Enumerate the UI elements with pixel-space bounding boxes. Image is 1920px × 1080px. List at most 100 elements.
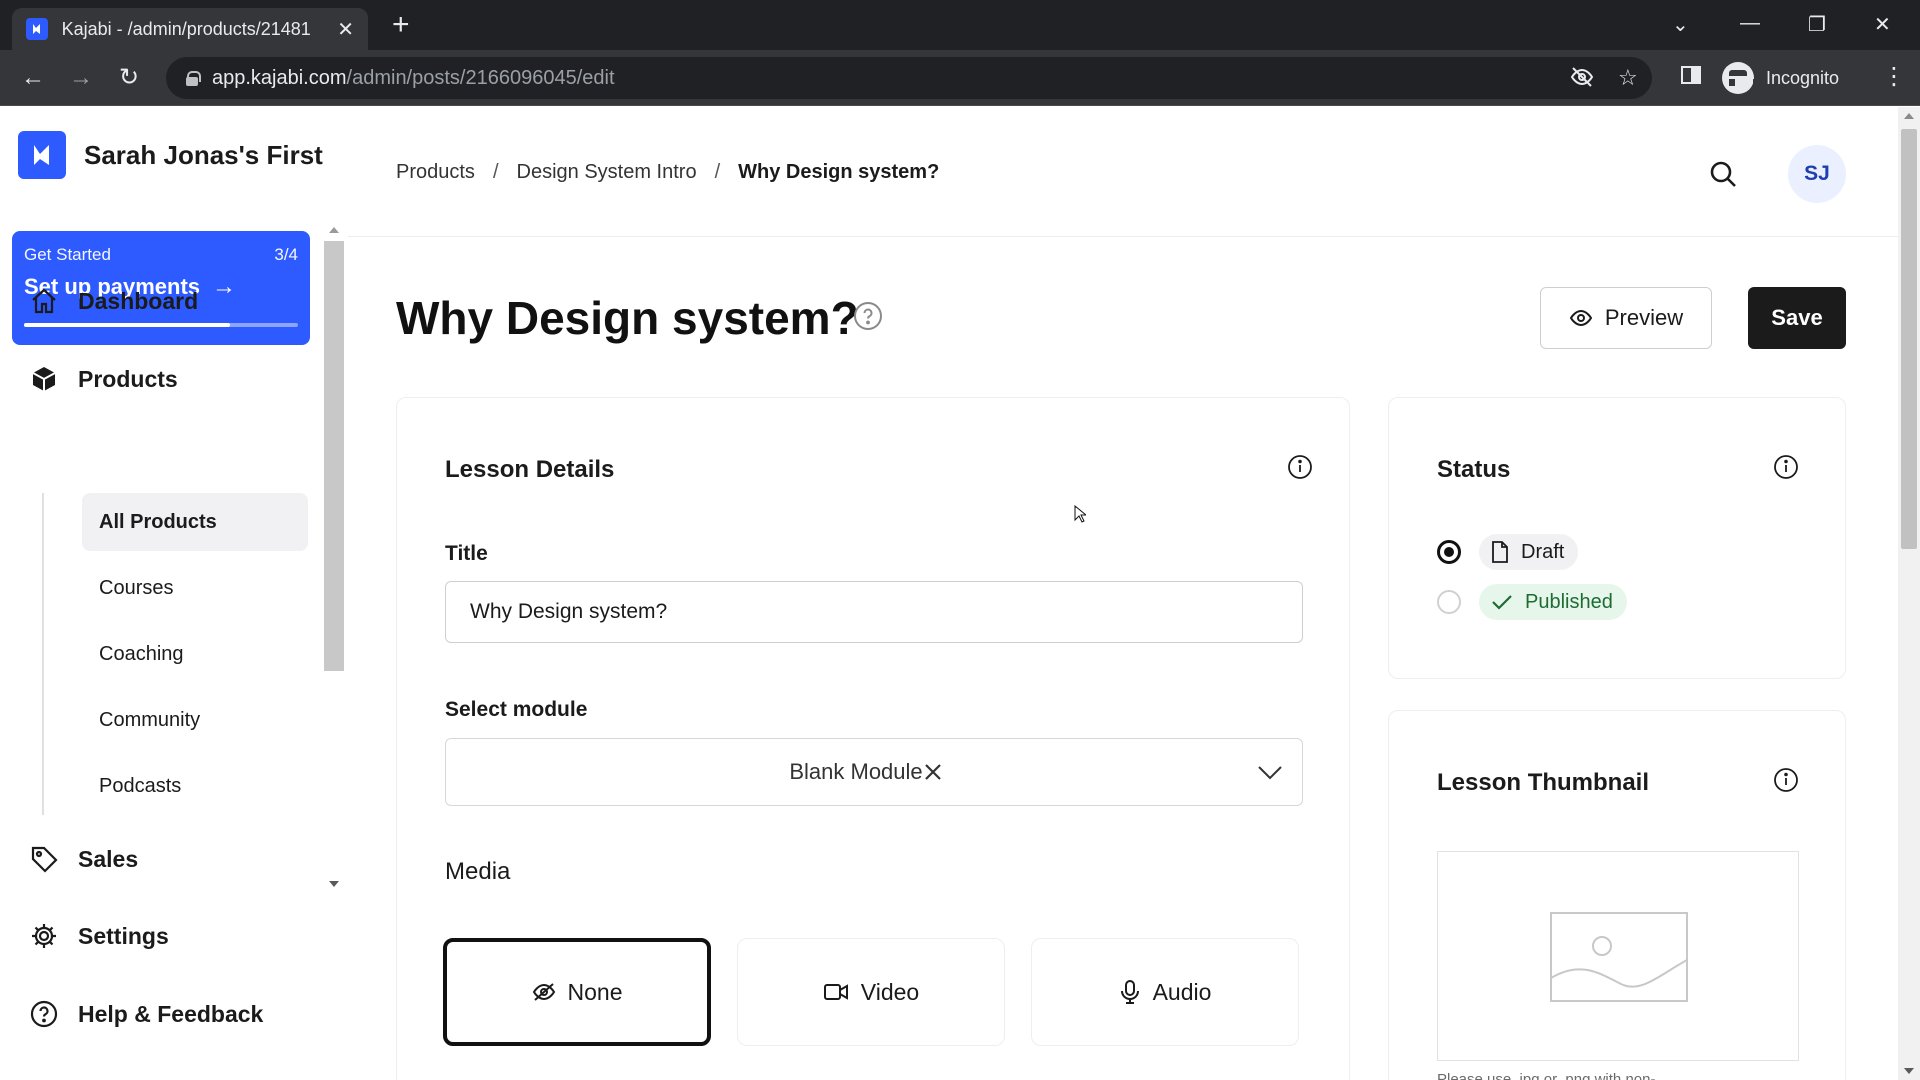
close-window-icon[interactable]: ✕ xyxy=(1874,12,1891,37)
select-module-label: Select module xyxy=(445,698,588,721)
media-none-label: None xyxy=(567,978,623,1005)
get-started-label: Get Started xyxy=(24,245,111,264)
nav-sales[interactable]: Sales xyxy=(28,843,138,875)
tab-close-icon[interactable]: ✕ xyxy=(337,17,354,42)
preview-label: Preview xyxy=(1604,305,1684,330)
nav-products-label: Products xyxy=(78,365,178,392)
lesson-thumbnail-card: Lesson Thumbnail Please use .jpg or .png… xyxy=(1388,710,1846,1080)
title-label: Title xyxy=(445,542,488,565)
star-icon[interactable]: ☆ xyxy=(1618,65,1638,91)
microphone-icon xyxy=(1120,980,1139,1004)
breadcrumb-separator: / xyxy=(492,161,499,183)
tag-icon xyxy=(28,843,60,875)
top-bar: Products / Design System Intro / Why Des… xyxy=(348,107,1898,237)
avatar[interactable]: SJ xyxy=(1788,145,1846,203)
module-select[interactable]: Blank Module xyxy=(445,738,1303,806)
gear-icon xyxy=(28,920,60,952)
menu-icon[interactable]: ⋮ xyxy=(1882,62,1906,91)
thumbnail-hint: Please use .jpg or .png with non- xyxy=(1437,1071,1656,1080)
subnav-coaching[interactable]: Coaching xyxy=(82,625,308,683)
tab-search-icon[interactable]: ⌄ xyxy=(1672,12,1689,37)
breadcrumb: Products / Design System Intro / Why Des… xyxy=(396,161,939,184)
breadcrumb-products[interactable]: Products xyxy=(396,161,475,184)
nav-help-feedback[interactable]: Help & Feedback xyxy=(28,998,263,1030)
clear-icon[interactable] xyxy=(922,761,944,783)
page-scroll-thumb[interactable] xyxy=(1901,129,1917,549)
lesson-thumbnail-heading: Lesson Thumbnail xyxy=(1437,769,1650,796)
media-option-video[interactable]: Video xyxy=(737,938,1005,1046)
published-label: Published xyxy=(1525,590,1613,613)
scroll-down-icon[interactable] xyxy=(329,881,339,887)
scroll-up-icon[interactable] xyxy=(1904,113,1914,119)
media-audio-label: Audio xyxy=(1152,978,1212,1005)
chevron-down-icon[interactable] xyxy=(1256,761,1284,783)
eye-off-icon[interactable] xyxy=(1570,65,1594,95)
kajabi-logo-icon xyxy=(18,131,66,179)
brand[interactable]: Sarah Jonas's First xyxy=(18,131,323,179)
subnav-all-products[interactable]: All Products xyxy=(82,493,308,551)
subnav-community[interactable]: Community xyxy=(82,691,308,749)
restore-icon[interactable]: ❐ xyxy=(1808,12,1826,37)
nav-sales-label: Sales xyxy=(78,845,139,872)
box-icon xyxy=(28,363,60,395)
sidebar-scroll-thumb[interactable] xyxy=(324,241,344,671)
browser-tab[interactable]: Kajabi - /admin/products/21481 ✕ xyxy=(12,8,368,50)
thumbnail-dropzone[interactable] xyxy=(1437,851,1799,1061)
incognito-badge[interactable]: Incognito xyxy=(1722,58,1839,98)
page-title: Why Design system? xyxy=(396,292,859,344)
subnav-courses[interactable]: Courses xyxy=(82,559,308,617)
nav-dashboard[interactable]: Dashboard xyxy=(28,285,198,317)
published-badge: Published xyxy=(1479,584,1627,620)
question-icon[interactable] xyxy=(852,300,884,332)
sidebar-scrollbar[interactable] xyxy=(324,227,344,887)
new-tab-button[interactable]: + xyxy=(392,10,410,40)
page-scrollbar[interactable] xyxy=(1898,107,1920,1080)
save-button[interactable]: Save xyxy=(1748,287,1846,349)
radio-published[interactable] xyxy=(1437,590,1461,614)
status-option-draft[interactable]: Draft xyxy=(1437,534,1579,570)
document-icon xyxy=(1492,541,1508,563)
nav-settings[interactable]: Settings xyxy=(28,920,169,952)
info-icon[interactable] xyxy=(1773,454,1799,480)
scroll-up-icon[interactable] xyxy=(329,227,339,233)
nav-settings-label: Settings xyxy=(78,922,169,949)
subnav-podcasts[interactable]: Podcasts xyxy=(82,757,308,815)
status-heading: Status xyxy=(1437,456,1511,483)
preview-button[interactable]: Preview xyxy=(1540,287,1712,349)
back-icon[interactable]: ← xyxy=(18,64,48,92)
lesson-details-card: Lesson Details Title Select module Blank… xyxy=(396,397,1350,1080)
nav-products[interactable]: Products xyxy=(28,363,178,395)
arrow-right-icon: → xyxy=(212,273,237,300)
breadcrumb-product[interactable]: Design System Intro xyxy=(517,161,697,184)
search-icon[interactable] xyxy=(1708,159,1738,189)
reload-icon[interactable]: ↻ xyxy=(114,64,144,92)
incognito-label: Incognito xyxy=(1766,67,1840,88)
media-label: Media xyxy=(445,858,511,885)
status-option-published[interactable]: Published xyxy=(1437,584,1627,620)
get-started-progress-fill xyxy=(24,323,230,327)
site-name: Sarah Jonas's First xyxy=(84,139,323,170)
tab-title: Kajabi - /admin/products/21481 xyxy=(61,18,311,39)
media-option-none[interactable]: None xyxy=(443,938,711,1046)
scroll-down-icon[interactable] xyxy=(1904,1068,1914,1074)
sidepanel-icon[interactable] xyxy=(1676,64,1706,93)
draft-label: Draft xyxy=(1521,540,1565,563)
kajabi-favicon-icon xyxy=(26,18,48,40)
info-icon[interactable] xyxy=(1773,767,1799,793)
breadcrumb-current: Why Design system? xyxy=(738,161,940,183)
title-input[interactable] xyxy=(445,581,1303,643)
browser-tab-strip: Kajabi - /admin/products/21481 ✕ + ⌄ — ❐… xyxy=(0,0,1920,50)
lesson-details-heading: Lesson Details xyxy=(445,456,615,483)
get-started-progress xyxy=(24,323,298,327)
home-icon xyxy=(28,285,60,317)
info-icon[interactable] xyxy=(1287,454,1313,480)
forward-icon[interactable]: → xyxy=(66,64,96,92)
radio-draft[interactable] xyxy=(1437,540,1461,564)
eye-icon xyxy=(1569,309,1593,327)
address-bar[interactable]: app.kajabi.com/admin/posts/2166096045/ed… xyxy=(166,57,1652,99)
help-circle-icon xyxy=(28,998,60,1030)
minimize-icon[interactable]: — xyxy=(1740,12,1760,35)
eye-off-icon xyxy=(532,983,555,1001)
media-option-audio[interactable]: Audio xyxy=(1031,938,1299,1046)
browser-toolbar: ← → ↻ app.kajabi.com/admin/posts/2166096… xyxy=(0,50,1920,106)
